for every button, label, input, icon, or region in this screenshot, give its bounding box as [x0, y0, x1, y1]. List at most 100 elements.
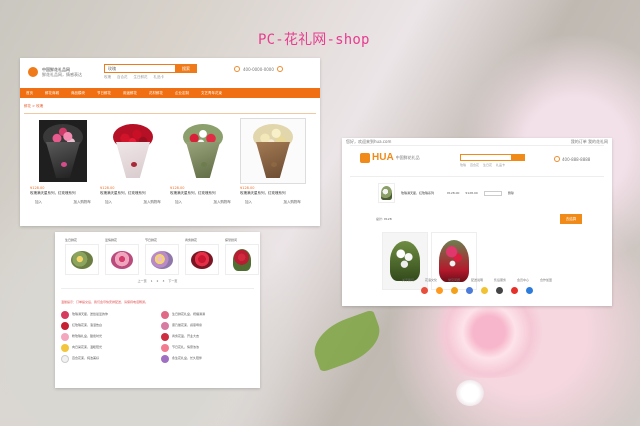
add-to-cart-button[interactable]: 加入购物车 [74, 200, 92, 205]
checkout-row: 总计: ¥128 去结算 [342, 209, 612, 224]
cart-product-thumb[interactable] [378, 183, 395, 203]
nav-item[interactable]: 首页 [26, 91, 33, 96]
search-input[interactable]: 玫瑰 [104, 64, 176, 73]
hot-word[interactable]: 百合花 [470, 163, 479, 167]
product-name[interactable]: 玫瑰满天星系列，红玫瑰系列 [240, 191, 306, 196]
list-item-text: 向日葵花束，温暖阳光 [72, 345, 103, 350]
product-name[interactable]: 玫瑰满天星系列，红玫瑰系列 [30, 191, 96, 196]
footer-links: 关于我们 花语文化 常见问题 配送说明 售后服务 会员中心 合作加盟 [342, 278, 612, 282]
product-image[interactable] [30, 118, 96, 184]
add-to-cart-button[interactable]: 加入购物车 [214, 200, 232, 205]
list-item[interactable]: 红玫瑰花束，浪漫告白 [61, 322, 151, 330]
nav-item[interactable]: 企业定制 [175, 91, 189, 96]
footer-link[interactable]: 关于我们 [402, 278, 414, 282]
leaf-decoration [306, 309, 388, 373]
page-link[interactable]: 1 [151, 279, 153, 283]
search-input[interactable] [460, 154, 512, 161]
product-card[interactable]: ¥128.00 玫瑰满天星系列，红玫瑰系列 加入 加入购物车 [100, 118, 166, 205]
hot-word[interactable]: 礼品卡 [496, 163, 505, 167]
nav-item[interactable]: 商品模块 [71, 91, 85, 96]
cart-total: 总计: ¥128 [376, 217, 392, 221]
hot-word[interactable]: 百合花 [117, 75, 128, 80]
add-button[interactable]: 加入 [175, 200, 182, 205]
next-page-link[interactable]: 下一页 [168, 279, 177, 283]
prev-page-link[interactable]: 上一页 [138, 279, 147, 283]
hot-word[interactable]: 礼品卡 [154, 75, 165, 80]
site-logo[interactable]: HUA 中国鲜花礼品 [360, 152, 420, 163]
delete-link[interactable]: 删除 [508, 191, 514, 195]
hot-words: 玫瑰 百合花 生日鲜花 礼品卡 [104, 75, 164, 80]
hot-word[interactable]: 生日鲜花 [134, 75, 148, 80]
product-price: ¥128.00 [100, 186, 115, 190]
category-card[interactable]: 商务鲜花 [185, 238, 219, 275]
product-card[interactable]: ¥128.00 玫瑰满天星系列，红玫瑰系列 加入 加入购物车 [240, 118, 306, 205]
nav-item[interactable]: 用途鲜花 [123, 91, 137, 96]
footer-link[interactable]: 合作加盟 [540, 278, 552, 282]
logo-subtitle: 中国鲜花礼品 [395, 155, 420, 160]
top-links[interactable]: 我的订单 我的花礼网 [571, 139, 608, 144]
add-button[interactable]: 加入 [105, 200, 112, 205]
category-row: 生日鲜花 爱情鲜花 节日鲜花 商务鲜花 探望慰问 [55, 232, 260, 275]
product-card[interactable]: ¥128.00 玫瑰满天星系列，红玫瑰系列 加入 加入购物车 [30, 118, 96, 205]
list-item[interactable]: 粉玫瑰礼盒，甜蜜时光 [61, 333, 151, 341]
hot-word[interactable]: 玫瑰 [104, 75, 111, 80]
list-item[interactable]: 生日鲜花礼盒，祝福满满 [161, 311, 251, 319]
cart-product-name[interactable]: 玫瑰满天星，红玫瑰系列 [401, 191, 441, 195]
list-item-text: 节日花礼，情意浓浓 [172, 345, 200, 350]
site-logo [28, 67, 38, 77]
add-to-cart-button[interactable]: 加入购物车 [144, 200, 162, 205]
footer-link[interactable]: 花语文化 [425, 278, 437, 282]
payment-icon [451, 287, 458, 294]
footer-link[interactable]: 会员中心 [517, 278, 529, 282]
list-item[interactable]: 百合花束，纯洁美好 [61, 355, 151, 363]
add-button[interactable]: 加入 [245, 200, 252, 205]
list-item[interactable]: 康乃馨花束，感恩母亲 [161, 322, 251, 330]
category-card[interactable]: 生日鲜花 [65, 238, 99, 275]
category-card[interactable]: 节日鲜花 [145, 238, 179, 275]
product-card[interactable]: ¥128.00 玫瑰满天星系列，红玫瑰系列 加入 加入购物车 [170, 118, 236, 205]
article-list: 玫瑰满天星，送给最爱的你 红玫瑰花束，浪漫告白 粉玫瑰礼盒，甜蜜时光 向日葵花束… [55, 306, 260, 365]
flower-decoration [456, 380, 484, 406]
checkout-button[interactable]: 去结算 [560, 214, 582, 224]
hot-words: 玫瑰 百合花 生日花 礼品卡 [460, 163, 505, 167]
category-label: 探望慰问 [225, 238, 238, 242]
nav-item[interactable]: 文艺青年花束 [201, 91, 222, 96]
product-image[interactable] [240, 118, 306, 184]
page-link[interactable]: 3 [162, 279, 164, 283]
category-card[interactable]: 探望慰问 [225, 238, 259, 275]
category-screenshot: 生日鲜花 爱情鲜花 节日鲜花 商务鲜花 探望慰问 上一页 1 2 3 下一页 温… [55, 232, 260, 388]
product-list-screenshot: 中国鲜花礼品网 鲜花礼品网，情感表达 玫瑰 搜索 玫瑰 百合花 生日鲜花 礼品卡… [20, 58, 320, 226]
phone-icon [554, 156, 560, 162]
footer-link[interactable]: 配送说明 [471, 278, 483, 282]
list-item[interactable]: 永生花礼盒，长久陪伴 [161, 355, 251, 363]
list-item[interactable]: 节日花礼，情意浓浓 [161, 344, 251, 352]
category-card[interactable]: 爱情鲜花 [105, 238, 139, 275]
add-button[interactable]: 加入 [35, 200, 42, 205]
page-link[interactable]: 2 [157, 279, 159, 283]
search-button[interactable] [512, 154, 525, 161]
nav-item[interactable]: 节日鲜花 [97, 91, 111, 96]
footer-link[interactable]: 常见问题 [448, 278, 460, 282]
hotline: 400-888-8888 [554, 156, 590, 162]
nav-item[interactable]: 鲜花商城 [45, 91, 59, 96]
product-image[interactable] [100, 118, 166, 184]
search-button[interactable]: 搜索 [175, 64, 197, 73]
pagination: 上一页 1 2 3 下一页 [55, 279, 260, 283]
footer-link[interactable]: 售后服务 [494, 278, 506, 282]
product-name[interactable]: 玫瑰满天星系列，红玫瑰系列 [170, 191, 236, 196]
list-item-text: 康乃馨花束，感恩母亲 [172, 323, 203, 328]
list-item[interactable]: 向日葵花束，温暖阳光 [61, 344, 151, 352]
nav-item[interactable]: 花材鲜花 [149, 91, 163, 96]
list-item[interactable]: 玫瑰满天星，送给最爱的你 [61, 311, 151, 319]
hot-word[interactable]: 生日花 [483, 163, 492, 167]
category-label: 生日鲜花 [65, 238, 78, 242]
top-bar: 您好，欢迎来到hua.com 我的订单 我的花礼网 [342, 138, 612, 145]
product-price: ¥128.00 [30, 186, 45, 190]
quantity-stepper[interactable] [483, 190, 502, 196]
product-image[interactable] [170, 118, 236, 184]
add-to-cart-button[interactable]: 加入购物车 [284, 200, 302, 205]
page-title: PC-花礼网-shop [258, 32, 370, 48]
hot-word[interactable]: 玫瑰 [460, 163, 466, 167]
product-name[interactable]: 玫瑰满天星系列，红玫瑰系列 [100, 191, 166, 196]
list-item[interactable]: 商务花篮，开业大吉 [161, 333, 251, 341]
